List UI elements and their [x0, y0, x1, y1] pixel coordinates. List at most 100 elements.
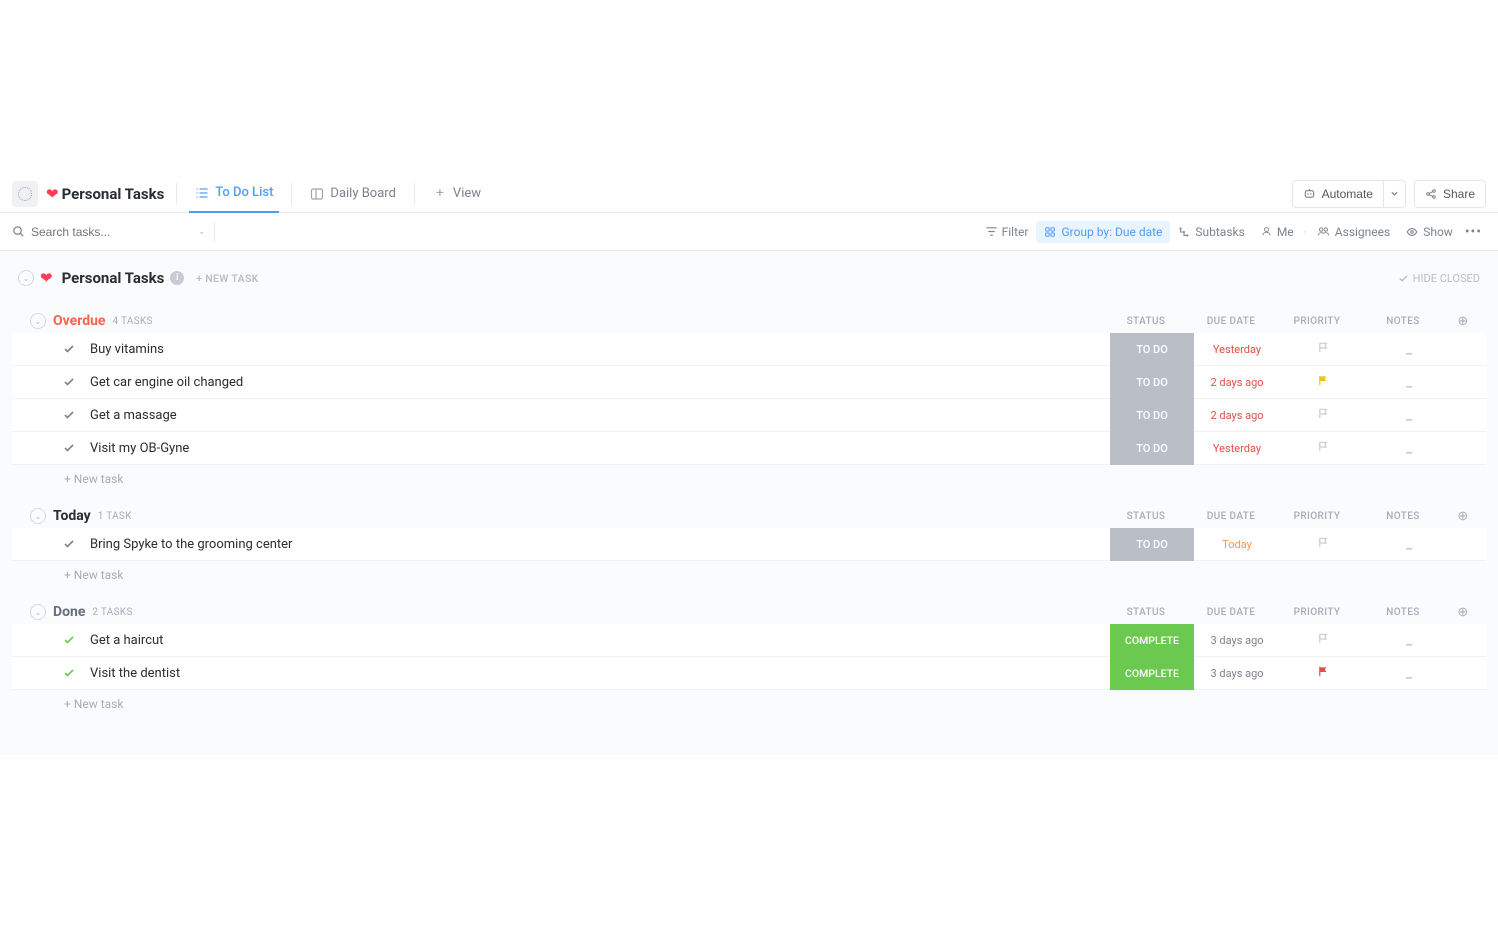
due-date[interactable]: Yesterday	[1194, 343, 1280, 356]
show-button[interactable]: Show	[1398, 221, 1461, 243]
automate-button[interactable]: Automate	[1292, 180, 1384, 208]
automate-dropdown[interactable]	[1384, 180, 1406, 208]
search-expand[interactable]: ⌄	[192, 227, 212, 237]
column-headers: STATUS DUE DATE PRIORITY NOTES ⊕	[1104, 605, 1480, 620]
due-date[interactable]: Yesterday	[1194, 442, 1280, 455]
assignees-button[interactable]: Assignees	[1309, 221, 1398, 243]
priority-cell	[1280, 374, 1366, 391]
new-task-row[interactable]: + New task	[12, 690, 1486, 715]
complete-check[interactable]	[62, 375, 76, 389]
hide-closed-label: HIDE CLOSED	[1413, 272, 1480, 285]
due-date[interactable]: 3 days ago	[1194, 667, 1280, 680]
page-title: Personal Tasks	[62, 185, 165, 203]
group-by-button[interactable]: Group by: Due date	[1036, 221, 1170, 243]
task-name: Visit my OB-Gyne	[90, 441, 1110, 456]
info-icon[interactable]: i	[170, 271, 184, 285]
share-button[interactable]: Share	[1414, 180, 1486, 208]
filter-button[interactable]: Filter	[978, 221, 1037, 243]
hide-closed-button[interactable]: HIDE CLOSED	[1398, 272, 1480, 285]
task-count: 2 TASKS	[92, 607, 132, 618]
notes-cell[interactable]: _	[1366, 342, 1452, 357]
board-icon	[310, 187, 324, 201]
new-task-row[interactable]: + New task	[12, 465, 1486, 490]
task-row[interactable]: Get car engine oil changed TO DO 2 days …	[12, 366, 1486, 399]
status-pill[interactable]: TO DO	[1110, 528, 1194, 561]
tab-add-view[interactable]: + View	[427, 175, 487, 213]
status-pill[interactable]: TO DO	[1110, 333, 1194, 366]
new-task-button[interactable]: + NEW TASK	[196, 272, 258, 285]
assignees-label: Assignees	[1335, 225, 1390, 239]
status-pill[interactable]: TO DO	[1110, 432, 1194, 465]
complete-check[interactable]	[62, 441, 76, 455]
tab-label: To Do List	[215, 185, 273, 200]
col-header-status: STATUS	[1104, 316, 1188, 327]
task-row[interactable]: Get a massage TO DO 2 days ago _	[12, 399, 1486, 432]
tab-daily-board[interactable]: Daily Board	[304, 175, 402, 213]
due-date[interactable]: 2 days ago	[1194, 409, 1280, 422]
me-label: Me	[1277, 225, 1294, 239]
task-name: Visit the dentist	[90, 666, 1110, 681]
task-row[interactable]: Bring Spyke to the grooming center TO DO…	[12, 528, 1486, 561]
group-title: Done	[53, 604, 85, 620]
plus-icon: +	[433, 187, 447, 201]
status-pill[interactable]: COMPLETE	[1110, 624, 1194, 657]
task-group: ⌄ Overdue 4 TASKS STATUS DUE DATE PRIORI…	[12, 313, 1486, 490]
collapse-group[interactable]: ⌄	[30, 508, 46, 524]
flag-icon[interactable]	[1317, 440, 1330, 453]
priority-cell	[1280, 632, 1366, 649]
flag-icon[interactable]	[1317, 374, 1330, 387]
flag-icon[interactable]	[1317, 341, 1330, 354]
task-name: Get a massage	[90, 408, 1110, 423]
new-task-row[interactable]: + New task	[12, 561, 1486, 586]
collapse-list[interactable]: ⌄	[18, 270, 34, 286]
more-options[interactable]: •••	[1461, 224, 1486, 240]
me-button[interactable]: Me	[1253, 221, 1302, 243]
complete-check[interactable]	[62, 666, 76, 680]
complete-check[interactable]	[62, 633, 76, 647]
flag-icon[interactable]	[1317, 407, 1330, 420]
col-header-priority: PRIORITY	[1274, 316, 1360, 327]
status-pill[interactable]: COMPLETE	[1110, 657, 1194, 690]
task-row[interactable]: Buy vitamins TO DO Yesterday _	[12, 333, 1486, 366]
status-pill[interactable]: TO DO	[1110, 366, 1194, 399]
col-header-priority: PRIORITY	[1274, 511, 1360, 522]
notes-cell[interactable]: _	[1366, 375, 1452, 390]
complete-check[interactable]	[62, 537, 76, 551]
notes-cell[interactable]: _	[1366, 537, 1452, 552]
automate-label: Automate	[1322, 187, 1373, 201]
subtasks-icon	[1178, 226, 1190, 238]
flag-icon[interactable]	[1317, 536, 1330, 549]
separator	[214, 222, 215, 242]
complete-check[interactable]	[62, 408, 76, 422]
tab-to-do-list[interactable]: To Do List	[189, 175, 279, 213]
notes-cell[interactable]: _	[1366, 441, 1452, 456]
collapse-group[interactable]: ⌄	[30, 604, 46, 620]
notes-cell[interactable]: _	[1366, 633, 1452, 648]
notes-cell[interactable]: _	[1366, 666, 1452, 681]
due-date[interactable]: Today	[1194, 538, 1280, 551]
due-date[interactable]: 2 days ago	[1194, 376, 1280, 389]
subtasks-button[interactable]: Subtasks	[1170, 221, 1252, 243]
group-header: ⌄ Today 1 TASK STATUS DUE DATE PRIORITY …	[12, 508, 1486, 528]
task-name: Buy vitamins	[90, 342, 1110, 357]
add-column-button[interactable]: ⊕	[1446, 509, 1480, 524]
add-column-button[interactable]: ⊕	[1446, 605, 1480, 620]
task-row[interactable]: Get a haircut COMPLETE 3 days ago _	[12, 624, 1486, 657]
collapse-group[interactable]: ⌄	[30, 313, 46, 329]
due-date[interactable]: 3 days ago	[1194, 634, 1280, 647]
people-icon	[1317, 226, 1330, 237]
chevron-down-icon	[1390, 189, 1399, 198]
list-settings-button[interactable]	[12, 181, 38, 207]
task-row[interactable]: Visit my OB-Gyne TO DO Yesterday _	[12, 432, 1486, 465]
notes-cell[interactable]: _	[1366, 408, 1452, 423]
content-area: ⌄ ❤ Personal Tasks i + NEW TASK HIDE CLO…	[0, 251, 1498, 755]
complete-check[interactable]	[62, 342, 76, 356]
task-name: Bring Spyke to the grooming center	[90, 537, 1110, 552]
flag-icon[interactable]	[1317, 632, 1330, 645]
task-row[interactable]: Visit the dentist COMPLETE 3 days ago _	[12, 657, 1486, 690]
priority-cell	[1280, 665, 1366, 682]
add-column-button[interactable]: ⊕	[1446, 314, 1480, 329]
search-input[interactable]	[31, 225, 151, 239]
status-pill[interactable]: TO DO	[1110, 399, 1194, 432]
flag-icon[interactable]	[1317, 665, 1330, 678]
